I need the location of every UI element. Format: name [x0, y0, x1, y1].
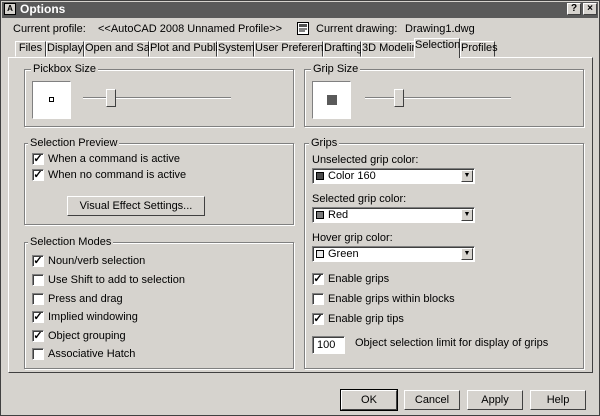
unselected-grip-color-label: Unselected grip color: — [312, 154, 419, 166]
enable-grips-checkbox[interactable]: ✓ — [312, 273, 324, 285]
grip-size-preview — [312, 81, 351, 119]
tab-display[interactable]: Display — [46, 41, 84, 57]
grip-size-title: Grip Size — [311, 63, 361, 75]
press-and-drag-checkbox[interactable] — [32, 293, 44, 305]
options-dialog: A Options ? × Current profile: <<AutoCAD… — [0, 0, 600, 416]
tab-3d-modeling[interactable]: 3D Modeling — [361, 41, 424, 57]
selected-grip-color-value: Red — [328, 209, 349, 221]
when-no-command-checkbox[interactable]: ✓ — [32, 169, 44, 181]
tab-files[interactable]: Files — [15, 41, 46, 57]
unselected-grip-color-value: Color 160 — [328, 170, 376, 182]
noun-verb-selection-label: Noun/verb selection — [48, 255, 146, 267]
enable-grips-within-blocks-checkbox[interactable] — [312, 293, 324, 305]
selected-grip-color-dropdown[interactable]: Red ▼ — [312, 207, 475, 223]
window-title: Options — [20, 2, 66, 16]
hover-grip-color-value: Green — [328, 248, 359, 260]
visual-effect-settings-button[interactable]: Visual Effect Settings... — [67, 196, 205, 216]
when-command-active-label: When a command is active — [48, 153, 181, 165]
tab-profiles[interactable]: Profiles — [460, 41, 498, 57]
pickbox-slider-thumb[interactable] — [106, 89, 116, 107]
title-bar[interactable] — [2, 2, 598, 18]
object-selection-limit-label: Object selection limit for display of gr… — [355, 337, 549, 349]
enable-grips-within-blocks-label: Enable grips within blocks — [328, 293, 455, 305]
apply-button[interactable]: Apply — [467, 390, 523, 410]
tab-user-preferences[interactable]: User Preferences — [254, 41, 341, 57]
tab-system[interactable]: System — [217, 41, 255, 57]
enable-grip-tips-checkbox[interactable]: ✓ — [312, 313, 324, 325]
grip-size-slider-track[interactable] — [365, 97, 511, 99]
object-grouping-label: Object grouping — [48, 330, 126, 342]
color-swatch-icon — [316, 172, 324, 180]
current-drawing-label: Current drawing: — [316, 23, 398, 35]
chevron-down-icon[interactable]: ▼ — [461, 248, 473, 260]
tab-selection[interactable]: Selection — [414, 38, 460, 58]
color-swatch-icon — [316, 250, 324, 258]
when-command-active-checkbox[interactable]: ✓ — [32, 153, 44, 165]
help-icon[interactable]: ? — [567, 3, 581, 15]
implied-windowing-label: Implied windowing — [48, 311, 138, 323]
when-no-command-label: When no command is active — [48, 169, 187, 181]
current-profile-label: Current profile: — [13, 23, 86, 35]
object-selection-limit-input[interactable]: 100 — [312, 336, 345, 354]
selected-grip-color-label: Selected grip color: — [312, 193, 407, 205]
pickbox-preview — [32, 81, 71, 119]
grip-square-icon — [327, 95, 337, 105]
associative-hatch-checkbox[interactable] — [32, 348, 44, 360]
selection-modes-title: Selection Modes — [28, 236, 114, 248]
hover-grip-color-dropdown[interactable]: Green ▼ — [312, 246, 475, 262]
enable-grip-tips-label: Enable grip tips — [328, 313, 404, 325]
use-shift-checkbox[interactable] — [32, 274, 44, 286]
selection-preview-title: Selection Preview — [28, 137, 120, 149]
object-grouping-checkbox[interactable]: ✓ — [32, 330, 44, 342]
cancel-button[interactable]: Cancel — [404, 390, 460, 410]
autocad-app-icon: A — [4, 3, 16, 15]
color-swatch-icon — [316, 211, 324, 219]
tab-open-and-save[interactable]: Open and Save — [84, 41, 161, 57]
grip-size-slider-thumb[interactable] — [394, 89, 404, 107]
press-and-drag-label: Press and drag — [48, 293, 123, 305]
implied-windowing-checkbox[interactable]: ✓ — [32, 311, 44, 323]
current-profile-value: <<AutoCAD 2008 Unnamed Profile>> — [98, 23, 283, 35]
chevron-down-icon[interactable]: ▼ — [461, 209, 473, 221]
grips-title: Grips — [309, 137, 340, 149]
use-shift-label: Use Shift to add to selection — [48, 274, 185, 286]
ok-button[interactable]: OK — [340, 389, 398, 411]
noun-verb-selection-checkbox[interactable]: ✓ — [32, 255, 44, 267]
pickbox-size-title: Pickbox Size — [31, 63, 98, 75]
close-icon[interactable]: × — [583, 3, 597, 15]
pickbox-square-icon — [49, 97, 54, 102]
tab-plot-and-publish[interactable]: Plot and Publish — [149, 41, 230, 57]
help-button[interactable]: Help — [530, 390, 586, 410]
associative-hatch-label: Associative Hatch — [48, 348, 136, 360]
chevron-down-icon[interactable]: ▼ — [461, 170, 473, 182]
current-drawing-value: Drawing1.dwg — [405, 23, 475, 35]
hover-grip-color-label: Hover grip color: — [312, 232, 393, 244]
enable-grips-label: Enable grips — [328, 273, 390, 285]
tab-drafting[interactable]: Drafting — [323, 41, 363, 57]
unselected-grip-color-dropdown[interactable]: Color 160 ▼ — [312, 168, 475, 184]
drawing-file-icon — [297, 21, 310, 35]
